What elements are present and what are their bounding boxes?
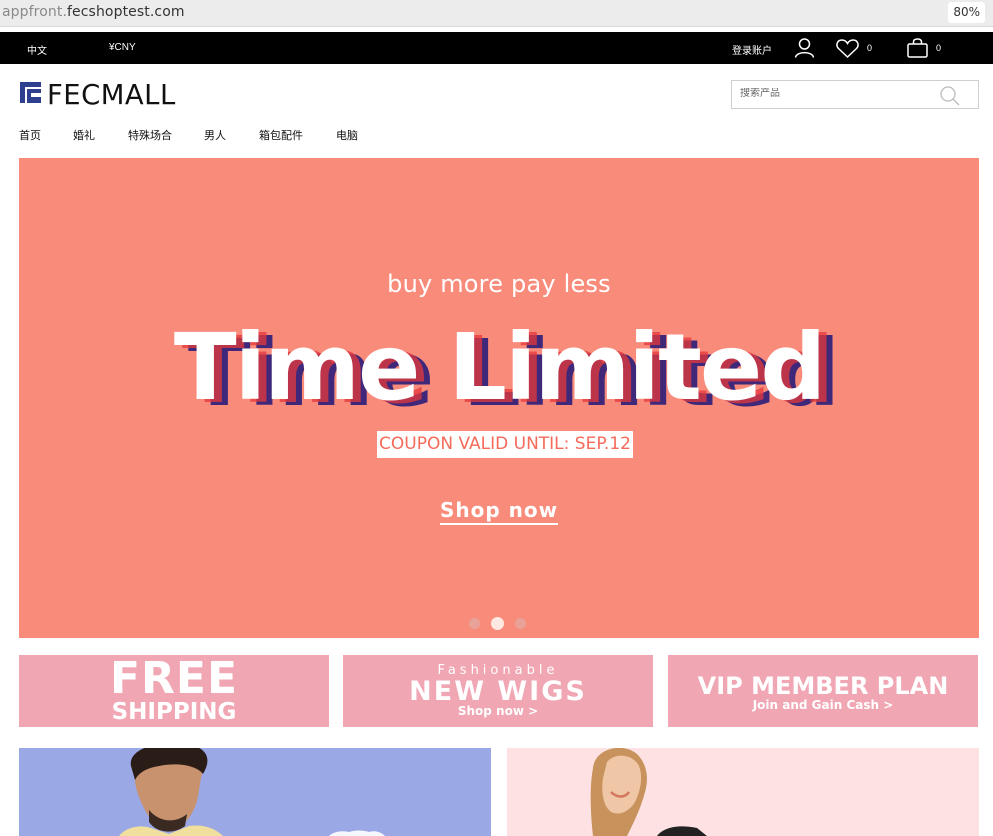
heart-icon[interactable] [836, 39, 859, 61]
carousel-dot-3[interactable] [515, 618, 526, 629]
address-text[interactable]: appfront.fecshoptest.com [2, 4, 185, 20]
new-wigs-shop-link: Shop now > [457, 704, 539, 718]
nav-item-computers[interactable]: 电脑 [336, 127, 358, 143]
url-subdomain: appfront. [2, 4, 68, 20]
vip-member-tile[interactable]: VIP MEMBER PLAN Join and Gain Cash > [668, 655, 978, 727]
free-shipping-line1: FREE [109, 655, 239, 704]
search-box [731, 80, 979, 109]
search-input[interactable] [740, 88, 930, 99]
carousel-dot-2[interactable] [491, 617, 504, 630]
top-bar: 中文 ¥CNY 登录账户 0 0 [0, 32, 993, 64]
hero-title: Time Limited Time Limited Time Limited [19, 314, 979, 424]
user-icon[interactable] [794, 37, 815, 61]
free-shipping-line2: SHIPPING [111, 699, 237, 725]
woman-model-image [590, 748, 707, 836]
vip-member-line2: Join and Gain Cash > [752, 698, 894, 712]
women-fashion-banner[interactable] [507, 748, 979, 836]
hero-subtitle: buy more pay less [387, 270, 611, 298]
man-model-image [119, 748, 385, 836]
logo-text: FECMALL [47, 78, 176, 111]
currency-selector[interactable]: ¥CNY [109, 42, 136, 53]
nav-item-home[interactable]: 首页 [19, 127, 41, 143]
search-icon[interactable] [939, 85, 960, 111]
zoom-indicator[interactable]: 80% [948, 2, 985, 23]
hero-carousel[interactable]: buy more pay less Time Limited Time Limi… [19, 158, 979, 638]
free-shipping-tile[interactable]: FREE SHIPPING [19, 655, 329, 727]
shop-now-link[interactable]: Shop now [439, 498, 559, 525]
new-wigs-line2: NEW WIGS [409, 676, 587, 707]
cart-count: 0 [936, 43, 942, 53]
shopping-bag-icon[interactable] [907, 38, 928, 61]
site-logo[interactable]: FECMALL [18, 81, 178, 109]
men-fashion-banner[interactable] [19, 748, 491, 836]
hero-title-text: Time Limited [173, 314, 826, 421]
nav-item-special-occasion[interactable]: 特殊场合 [128, 127, 172, 143]
login-link[interactable]: 登录账户 [732, 42, 772, 57]
logo-mark-icon [18, 80, 43, 110]
nav-item-wedding[interactable]: 婚礼 [73, 127, 95, 143]
coupon-label: COUPON VALID UNTIL: SEP.12 [377, 431, 633, 458]
nav-item-bags-accessories[interactable]: 箱包配件 [259, 127, 303, 143]
language-selector[interactable]: 中文 [27, 42, 47, 57]
url-host: fecshoptest.com [67, 4, 185, 20]
carousel-dot-1[interactable] [469, 618, 480, 629]
browser-url-bar[interactable]: appfront.fecshoptest.com 80% [0, 0, 993, 27]
nav-item-men[interactable]: 男人 [204, 127, 226, 143]
wishlist-count: 0 [867, 43, 873, 53]
vip-member-line1: VIP MEMBER PLAN [697, 672, 949, 700]
new-wigs-tile[interactable]: Fashionable NEW WIGS Shop now > [343, 655, 653, 727]
